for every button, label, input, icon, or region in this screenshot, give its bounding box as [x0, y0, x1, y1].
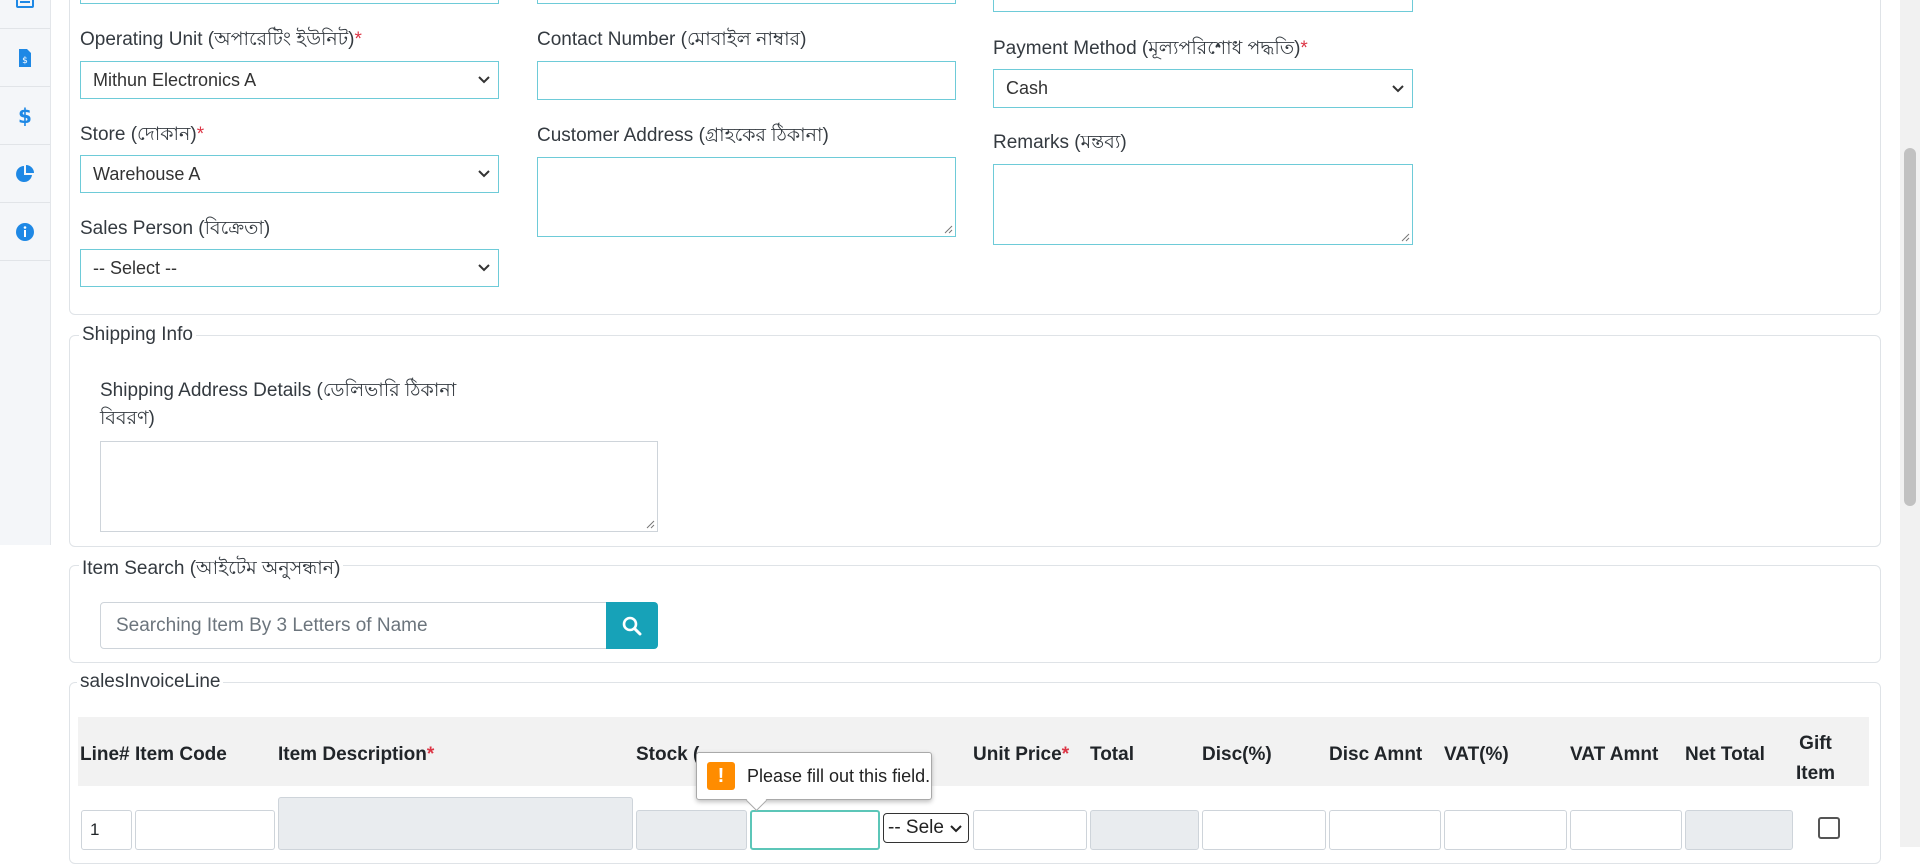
top-field-1[interactable] — [80, 0, 499, 4]
col-unit-price: Unit Price* — [973, 744, 1070, 765]
vat-amnt-input[interactable] — [1570, 810, 1682, 850]
item-description-field — [278, 797, 633, 850]
col-vat-amnt: VAT Amnt — [1570, 744, 1659, 765]
pie-chart-icon[interactable] — [0, 146, 50, 203]
chevron-down-icon — [950, 825, 962, 833]
operating-unit-select[interactable]: Mithun Electronics A — [80, 61, 499, 99]
line-number-input[interactable]: 1 — [81, 810, 132, 850]
customer-address-label: Customer Address (গ্রাহকের ঠিকানা) — [537, 125, 829, 146]
shipping-address-label-cont: বিবরণ) — [100, 408, 155, 429]
stock-field — [636, 810, 747, 850]
shipping-info-legend: Shipping Info — [79, 324, 196, 346]
list-icon[interactable] — [0, 0, 50, 29]
remarks-label: Remarks (মন্তব্য) — [993, 132, 1127, 153]
col-vat-pct: VAT(%) — [1444, 744, 1509, 765]
total-field — [1090, 810, 1199, 850]
unit-select[interactable]: -- Sele — [883, 813, 969, 843]
col-item-description: Item Description* — [278, 744, 435, 765]
svg-text:$: $ — [18, 106, 32, 126]
info-icon[interactable] — [0, 204, 50, 261]
search-button[interactable] — [606, 602, 658, 649]
invoice-lines-legend: salesInvoiceLine — [77, 671, 224, 693]
svg-text:$: $ — [22, 56, 28, 66]
store-label: Store (দোকান)* — [80, 124, 205, 145]
validation-tooltip: ! Please fill out this field. — [696, 752, 932, 812]
resize-handle-icon[interactable] — [1401, 233, 1410, 242]
contact-number-label: Contact Number (মোবাইল নাম্বার) — [537, 29, 807, 50]
dollar-icon[interactable]: $ — [0, 88, 50, 145]
payment-method-select[interactable]: Cash — [993, 69, 1413, 108]
sidebar: $ $ — [0, 0, 51, 545]
col-total: Total — [1090, 744, 1134, 765]
store-select[interactable]: Warehouse A — [80, 155, 499, 193]
vat-pct-input[interactable] — [1444, 810, 1567, 850]
sales-person-label: Sales Person (বিক্রেতা) — [80, 218, 271, 239]
col-net-total: Net Total — [1685, 744, 1765, 765]
chevron-down-icon — [478, 170, 490, 178]
resize-handle-icon[interactable] — [944, 225, 953, 234]
validation-message: Please fill out this field. — [747, 765, 931, 786]
contact-number-input[interactable] — [537, 61, 956, 100]
top-field-3[interactable] — [993, 0, 1413, 12]
col-line: Line# — [80, 744, 130, 765]
col-stock: Stock ( — [636, 744, 700, 765]
vertical-scrollbar[interactable] — [1900, 0, 1920, 847]
col-disc-pct: Disc(%) — [1202, 744, 1272, 765]
scrollbar-thumb[interactable] — [1904, 148, 1916, 506]
col-gift-item: Gift Item — [1796, 733, 1836, 784]
resize-handle-icon[interactable] — [646, 520, 655, 529]
gift-item-checkbox[interactable] — [1818, 817, 1840, 839]
chevron-down-icon — [478, 76, 490, 84]
payment-method-label: Payment Method (মূল্যপরিশোধ পদ্ধতি)* — [993, 38, 1308, 59]
disc-pct-input[interactable] — [1202, 810, 1326, 850]
chevron-down-icon — [478, 264, 490, 272]
item-code-input[interactable] — [135, 810, 275, 850]
item-search-legend: Item Search (আইটেম অনুসন্ধান) — [79, 554, 344, 586]
col-disc-amnt: Disc Amnt — [1329, 744, 1423, 765]
col-item-code: Item Code — [135, 744, 227, 765]
operating-unit-label: Operating Unit (অপারেটিং ইউনিট)* — [80, 29, 362, 50]
remarks-textarea[interactable] — [993, 164, 1413, 245]
net-total-field — [1685, 810, 1793, 850]
chevron-down-icon — [1392, 84, 1404, 92]
item-search-input[interactable]: Searching Item By 3 Letters of Name — [100, 602, 607, 649]
invoice-icon[interactable]: $ — [0, 30, 50, 87]
shipping-address-textarea[interactable] — [100, 441, 658, 532]
sales-person-select[interactable]: -- Select -- — [80, 249, 499, 287]
warning-icon: ! — [707, 762, 735, 790]
unit-price-input[interactable] — [973, 810, 1087, 850]
top-field-2[interactable] — [537, 0, 956, 4]
customer-address-textarea[interactable] — [537, 157, 956, 237]
quantity-input[interactable] — [750, 810, 880, 850]
search-icon — [622, 616, 642, 635]
disc-amnt-input[interactable] — [1329, 810, 1441, 850]
